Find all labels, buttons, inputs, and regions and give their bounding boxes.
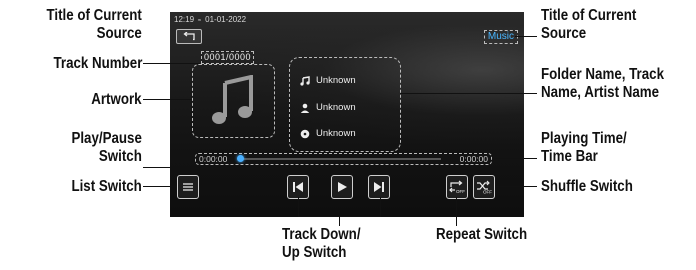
- list-icon: [183, 183, 193, 191]
- leader-list-switch: [143, 186, 177, 187]
- leader-folder: [400, 93, 537, 94]
- svg-text:OFF: OFF: [456, 189, 465, 194]
- callout-play-pause-line2: Switch: [99, 148, 142, 165]
- play-pause-button[interactable]: [331, 175, 353, 199]
- folder-name: Unknown: [316, 75, 356, 86]
- callout-title-left-line1: Title of Current: [46, 7, 142, 24]
- track-row: Unknown: [300, 128, 356, 139]
- total-time: 0:00:00: [459, 154, 488, 164]
- progress-knob[interactable]: [236, 155, 244, 162]
- svg-text:OFF: OFF: [483, 190, 492, 195]
- callout-track-down-line1: Track Down/: [282, 226, 361, 243]
- leader-track-down-stem: [339, 216, 340, 226]
- artwork: [192, 64, 275, 138]
- callout-title-right-line1: Title of Current: [541, 7, 637, 24]
- leader-title-right: [515, 36, 537, 37]
- shuffle-off-icon: OFF: [477, 180, 492, 195]
- shuffle-button[interactable]: OFF: [473, 175, 495, 199]
- track-name: Unknown: [316, 128, 356, 139]
- back-button[interactable]: [176, 29, 202, 44]
- leader-repeat: [456, 197, 457, 226]
- leader-artwork: [143, 99, 192, 100]
- person-icon: [300, 103, 310, 113]
- callout-list-switch-text: List Switch: [71, 178, 142, 195]
- callout-playing-time-line1: Playing Time/: [541, 130, 627, 147]
- callout-repeat-text: Repeat Switch: [436, 226, 528, 243]
- track-down-button[interactable]: [287, 175, 309, 199]
- repeat-button[interactable]: OFF: [446, 175, 468, 199]
- leader-shuffle: [496, 186, 537, 187]
- signal-icon: ≈: [196, 18, 203, 24]
- callout-track-down: Track Down/ Up Switch: [282, 226, 361, 262]
- leader-track-down-left: [298, 197, 299, 217]
- status-bar: 12:19 ≈ 01-01-2022: [174, 15, 246, 24]
- play-icon: [338, 182, 347, 192]
- leader-play-pause-drop: [342, 167, 343, 175]
- track-up-button[interactable]: [368, 175, 390, 199]
- skip-back-icon: [293, 182, 303, 192]
- status-time: 12:19: [174, 15, 195, 24]
- callout-shuffle-text: Shuffle Switch: [541, 178, 633, 195]
- leader-play-pause: [143, 167, 343, 168]
- back-arrow-icon: [183, 32, 195, 41]
- callout-shuffle: Shuffle Switch: [541, 178, 633, 196]
- status-date: 01-01-2022: [205, 15, 247, 24]
- callout-title-left: Title of Current Source: [47, 7, 142, 43]
- track-info-box: Unknown Unknown Unknown: [289, 57, 401, 152]
- leader-track-number: [143, 63, 200, 64]
- callout-play-pause: Play/Pause Switch: [72, 130, 142, 166]
- elapsed-time: 0:00:00: [199, 154, 228, 164]
- callout-list-switch: List Switch: [72, 178, 142, 196]
- callout-playing-time: Playing Time/ Time Bar: [541, 130, 627, 166]
- callout-title-right-line2: Source: [541, 25, 587, 42]
- callout-play-pause-line1: Play/Pause: [71, 130, 142, 147]
- callout-title-right: Title of Current Source: [541, 7, 636, 43]
- callout-repeat: Repeat Switch: [436, 226, 527, 244]
- source-title: Music: [483, 30, 518, 44]
- music-note-icon: [212, 75, 253, 124]
- callout-artwork-text: Artwork: [91, 91, 142, 108]
- leader-playing-time: [492, 158, 537, 159]
- callout-title-left-line2: Source: [96, 25, 142, 42]
- time-bar[interactable]: 0:00:00 0:00:00: [195, 153, 492, 165]
- track-number: 0001/0000: [201, 51, 255, 64]
- skip-forward-icon: [374, 182, 384, 192]
- callout-folder: Folder Name, Track Name, Artist Name: [541, 66, 664, 102]
- progress-track[interactable]: [240, 158, 441, 160]
- folder-row: Unknown: [300, 75, 356, 86]
- leader-track-down-right: [380, 197, 381, 217]
- callout-folder-line2: Name, Artist Name: [541, 84, 660, 101]
- head-unit-screen: 12:19 ≈ 01-01-2022 Music 0001/0000 Unkno…: [170, 12, 524, 217]
- disc-icon: [300, 129, 310, 138]
- callout-track-number: Track Number: [53, 55, 142, 73]
- folder-music-icon: [300, 75, 310, 86]
- artist-row: Unknown: [300, 102, 356, 113]
- callout-playing-time-line2: Time Bar: [541, 148, 598, 165]
- artist-name: Unknown: [316, 102, 356, 113]
- callout-track-down-line2: Up Switch: [282, 244, 347, 261]
- repeat-off-icon: OFF: [449, 180, 465, 194]
- list-button[interactable]: [177, 175, 199, 199]
- callout-folder-line1: Folder Name, Track: [541, 66, 664, 83]
- callout-track-number-text: Track Number: [53, 55, 142, 72]
- callout-artwork: Artwork: [92, 91, 142, 109]
